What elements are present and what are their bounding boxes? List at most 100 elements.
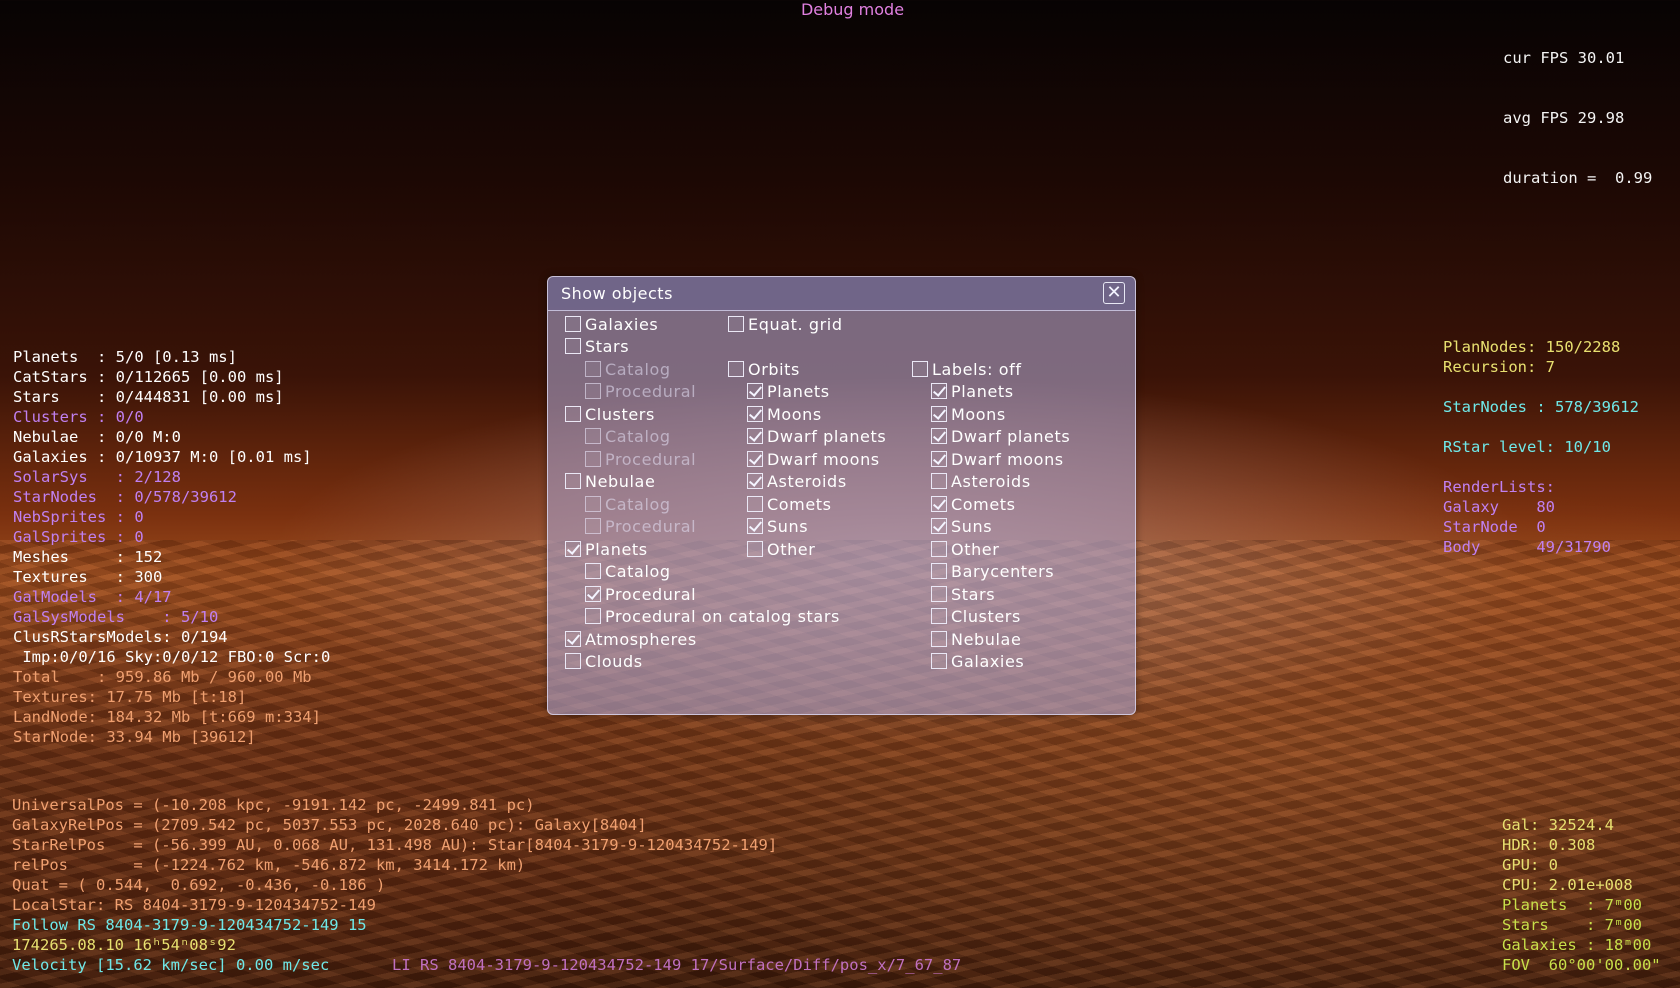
checkbox-orbits-dwarf-moons[interactable]	[747, 451, 763, 467]
option-orbits-comets[interactable]: Comets	[747, 493, 832, 515]
checkbox-orbits-planets[interactable]	[747, 383, 763, 399]
checkbox-stars-catalog[interactable]	[585, 361, 601, 377]
option-orbits-other[interactable]: Other	[747, 538, 815, 560]
option-orbits-moons[interactable]: Moons	[747, 403, 822, 425]
checkbox-labels-clusters[interactable]	[931, 608, 947, 624]
stats-left-line: Textures : 300	[13, 568, 163, 586]
checkbox-clusters-procedural[interactable]	[585, 451, 601, 467]
checkbox-labels-galaxies[interactable]	[931, 653, 947, 669]
option-clusters-procedural[interactable]: Procedural	[585, 448, 696, 470]
option-nebulae-catalog[interactable]: Catalog	[585, 493, 671, 515]
option-stars-procedural[interactable]: Procedural	[585, 380, 696, 402]
checkbox-orbits-other[interactable]	[747, 541, 763, 557]
checkbox-nebulae-catalog[interactable]	[585, 496, 601, 512]
stats-left-line: LandNode: 184.32 Mb [t:669 m:334]	[13, 708, 321, 726]
option-clusters-catalog[interactable]: Catalog	[585, 425, 671, 447]
checkbox-labels-comets[interactable]	[931, 496, 947, 512]
checkbox-equat-grid[interactable]	[728, 316, 744, 332]
option-labels[interactable]: Labels: off	[912, 358, 1022, 380]
coords-line: LocalStar: RS 8404-3179-9-120434752-149	[12, 896, 376, 914]
checkbox-planets-catalog[interactable]	[585, 563, 601, 579]
checkbox-orbits-moons[interactable]	[747, 406, 763, 422]
option-planets-procedural-on-catalog[interactable]: Procedural on catalog stars	[585, 605, 840, 627]
checkbox-labels-asteroids[interactable]	[931, 473, 947, 489]
option-labels-barycenters[interactable]: Barycenters	[931, 560, 1054, 582]
option-labels-nebulae[interactable]: Nebulae	[931, 628, 1021, 650]
checkbox-labels-barycenters[interactable]	[931, 563, 947, 579]
stats-left-line: Meshes : 152	[13, 548, 163, 566]
checkbox-labels-moons[interactable]	[931, 406, 947, 422]
option-clusters[interactable]: Clusters	[565, 403, 655, 425]
checkbox-labels-nebulae[interactable]	[931, 631, 947, 647]
option-orbits-planets[interactable]: Planets	[747, 380, 830, 402]
checkbox-orbits-comets[interactable]	[747, 496, 763, 512]
loading-item-path: LI RS 8404-3179-9-120434752-149 17/Surfa…	[392, 956, 962, 974]
option-orbits-dwarf-planets[interactable]: Dwarf planets	[747, 425, 886, 447]
option-orbits[interactable]: Orbits	[728, 358, 800, 380]
option-planets-catalog[interactable]: Catalog	[585, 560, 671, 582]
option-orbits-dwarf-moons[interactable]: Dwarf moons	[747, 448, 880, 470]
stats-right-line: StarNodes : 578/39612	[1443, 398, 1639, 416]
checkbox-clouds[interactable]	[565, 653, 581, 669]
checkbox-planets[interactable]	[565, 541, 581, 557]
checkbox-nebulae-procedural[interactable]	[585, 518, 601, 534]
checkbox-atmospheres[interactable]	[565, 631, 581, 647]
option-labels-other[interactable]: Other	[931, 538, 999, 560]
option-galaxies[interactable]: Galaxies	[565, 313, 658, 335]
checkbox-labels-planets[interactable]	[931, 383, 947, 399]
option-labels-asteroids[interactable]: Asteroids	[931, 470, 1031, 492]
option-labels-dwarf-planets[interactable]: Dwarf planets	[931, 425, 1070, 447]
option-stars[interactable]: Stars	[565, 335, 629, 357]
option-planets-procedural[interactable]: Procedural	[585, 583, 696, 605]
checkbox-labels[interactable]	[912, 361, 928, 377]
checkbox-labels-dwarf-moons[interactable]	[931, 451, 947, 467]
option-labels-suns[interactable]: Suns	[931, 515, 992, 537]
option-label: Dwarf planets	[767, 426, 887, 446]
close-button[interactable]: ✕	[1103, 282, 1125, 304]
checkbox-labels-dwarf-planets[interactable]	[931, 428, 947, 444]
option-nebulae[interactable]: Nebulae	[565, 470, 655, 492]
checkbox-orbits-suns[interactable]	[747, 518, 763, 534]
option-labels-dwarf-moons[interactable]: Dwarf moons	[931, 448, 1064, 470]
fps-readout: cur FPS 30.01 avg FPS 29.98 duration = 0…	[1503, 8, 1652, 208]
checkbox-orbits-asteroids[interactable]	[747, 473, 763, 489]
dialog-titlebar[interactable]: Show objects ✕	[548, 277, 1135, 311]
option-label: Clouds	[585, 651, 643, 671]
option-equat-grid[interactable]: Equat. grid	[728, 313, 843, 335]
checkbox-stars[interactable]	[565, 338, 581, 354]
checkbox-orbits-dwarf-planets[interactable]	[747, 428, 763, 444]
option-nebulae-procedural[interactable]: Procedural	[585, 515, 696, 537]
checkbox-planets-procedural[interactable]	[585, 586, 601, 602]
option-planets[interactable]: Planets	[565, 538, 648, 560]
option-labels-stars[interactable]: Stars	[931, 583, 995, 605]
checkbox-orbits[interactable]	[728, 361, 744, 377]
option-labels-comets[interactable]: Comets	[931, 493, 1016, 515]
option-labels-moons[interactable]: Moons	[931, 403, 1006, 425]
checkbox-stars-procedural[interactable]	[585, 383, 601, 399]
stats-left-line: Stars : 0/444831 [0.00 ms]	[13, 388, 284, 406]
checkbox-labels-other[interactable]	[931, 541, 947, 557]
option-stars-catalog[interactable]: Catalog	[585, 358, 671, 380]
checkbox-labels-stars[interactable]	[931, 586, 947, 602]
option-label: Suns	[951, 516, 993, 536]
option-orbits-asteroids[interactable]: Asteroids	[747, 470, 847, 492]
dialog-title: Show objects	[561, 284, 673, 303]
option-labels-galaxies[interactable]: Galaxies	[931, 650, 1024, 672]
option-label: Comets	[767, 494, 832, 514]
option-label: Labels: off	[932, 359, 1022, 379]
option-clouds[interactable]: Clouds	[565, 650, 643, 672]
checkbox-nebulae[interactable]	[565, 473, 581, 489]
render-stats-left: Planets : 5/0 [0.13 ms] CatStars : 0/1126…	[13, 347, 330, 747]
checkbox-labels-suns[interactable]	[931, 518, 947, 534]
option-labels-clusters[interactable]: Clusters	[931, 605, 1021, 627]
option-atmospheres[interactable]: Atmospheres	[565, 628, 697, 650]
option-label: Other	[951, 539, 1000, 559]
checkbox-clusters[interactable]	[565, 406, 581, 422]
camera-stats: Gal: 32524.4 HDR: 0.308 GPU: 0 CPU: 2.01e+0…	[1502, 815, 1661, 975]
option-orbits-suns[interactable]: Suns	[747, 515, 808, 537]
checkbox-planets-procedural-on-catalog[interactable]	[585, 608, 601, 624]
checkbox-galaxies[interactable]	[565, 316, 581, 332]
checkbox-clusters-catalog[interactable]	[585, 428, 601, 444]
option-label: Procedural	[605, 516, 697, 536]
option-labels-planets[interactable]: Planets	[931, 380, 1014, 402]
